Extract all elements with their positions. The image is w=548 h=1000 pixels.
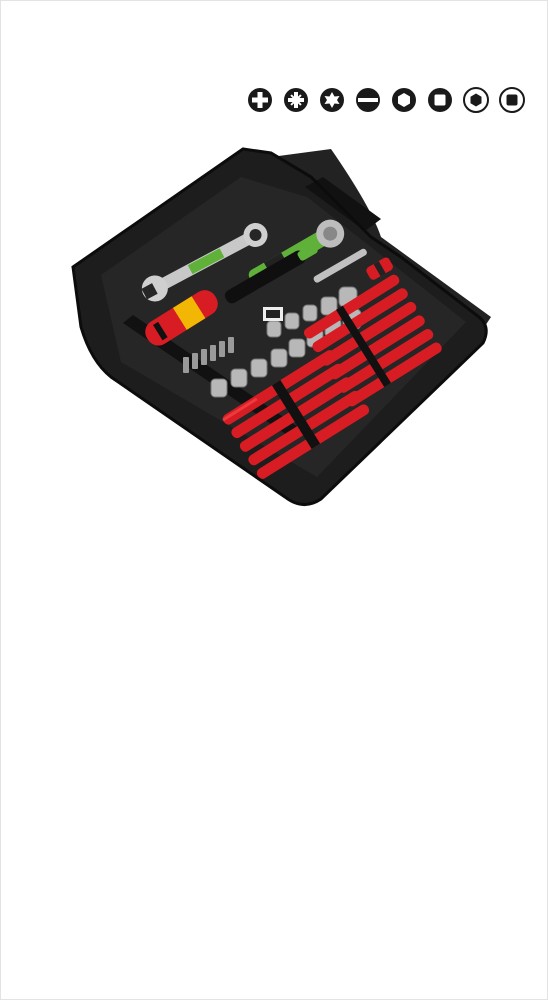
square-socket-icon (499, 87, 525, 113)
drive-type-icon-row (247, 87, 525, 115)
torx-icon (320, 88, 344, 112)
slotted-icon (356, 88, 380, 112)
square-icon (428, 88, 452, 112)
hex-socket-icon (463, 87, 489, 113)
pozidriv-icon (284, 88, 308, 112)
product-panel (0, 0, 548, 1000)
tool-kit-image (71, 147, 491, 506)
phillips-icon (248, 88, 272, 112)
hex-icon (392, 88, 416, 112)
